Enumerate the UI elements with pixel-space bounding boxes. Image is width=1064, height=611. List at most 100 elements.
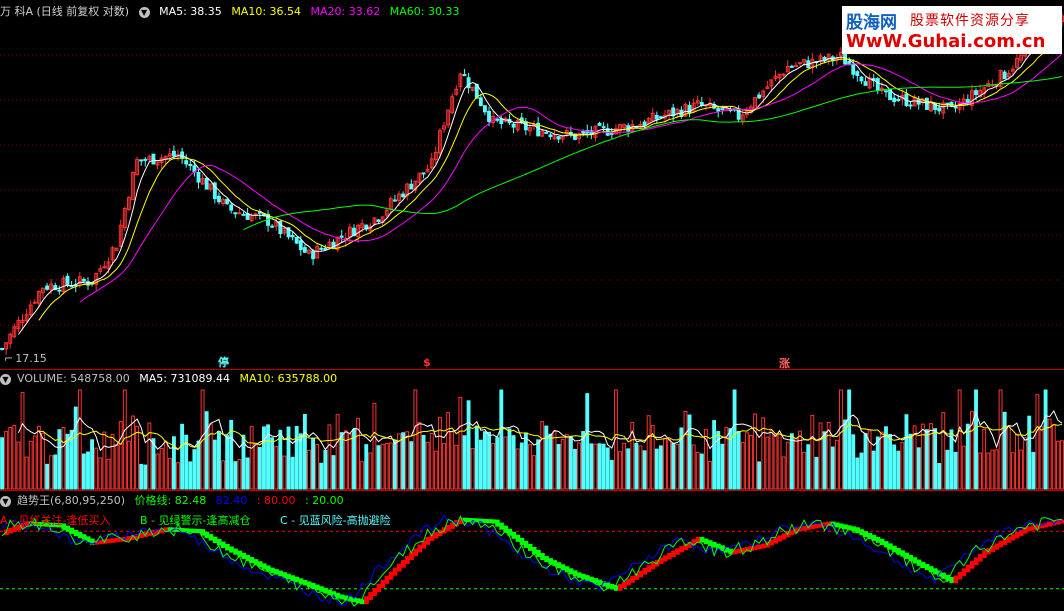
chevron-down-icon[interactable]: ▼ — [138, 6, 150, 18]
volume-bar — [262, 426, 266, 490]
volume-bar — [699, 453, 704, 490]
legend-a: A - 见红关注-逢低买入 — [0, 514, 111, 527]
volume-bar — [749, 434, 753, 490]
trend-block — [761, 543, 766, 549]
volume-bar — [577, 442, 581, 490]
indicator-value-2: 82.40 — [215, 494, 248, 507]
volume-bar — [155, 453, 160, 490]
price-low-label: ⌐ 17.15 — [4, 351, 53, 367]
ma10-value: MA10: 36.54 — [231, 5, 302, 18]
trend-block — [446, 524, 451, 532]
volume-bar — [540, 421, 545, 490]
candle-body — [937, 107, 942, 112]
volume-bar — [937, 462, 942, 490]
candle-body — [188, 164, 193, 167]
volume-bar — [372, 402, 377, 490]
volume-bar — [470, 448, 475, 490]
volume-bar — [114, 443, 119, 490]
volume-bar — [953, 451, 958, 490]
candle-body — [32, 301, 37, 304]
volume-bar — [433, 450, 438, 490]
volume-bar — [528, 444, 532, 490]
volume-bar — [327, 424, 332, 490]
volume-bar — [139, 463, 144, 490]
volume-bar — [986, 452, 991, 490]
volume-bar — [204, 411, 209, 490]
candle-body — [781, 73, 786, 76]
volume-header: ▼ VOLUME: 548758.00 MA5: 731089.44 MA10: … — [0, 371, 343, 387]
chevron-down-icon[interactable]: ▼ — [0, 373, 11, 385]
volume-bar — [249, 426, 254, 490]
trend-block — [773, 537, 779, 544]
trend-block — [703, 538, 709, 545]
candle-body — [102, 266, 107, 269]
trend-block — [667, 553, 672, 560]
candle-body — [241, 213, 246, 216]
trend-block — [249, 557, 255, 564]
volume-bar — [990, 449, 995, 490]
trend-block — [855, 527, 860, 534]
volume-bar — [515, 448, 520, 490]
volume-bar — [466, 400, 471, 490]
candle-body — [658, 116, 663, 119]
volume-bar — [933, 428, 938, 490]
trend-block — [834, 522, 840, 528]
volume-bar — [1031, 451, 1036, 490]
volume-bar — [892, 444, 897, 490]
volume-bar — [601, 443, 606, 490]
volume-bar — [859, 452, 864, 490]
volume-bar — [789, 433, 794, 490]
trend-block — [998, 541, 1004, 548]
trend-block — [626, 578, 631, 586]
volume-bar — [282, 455, 287, 490]
trend-block — [544, 556, 549, 563]
trend-block — [969, 561, 975, 569]
volume-value: VOLUME: 548758.00 — [17, 372, 130, 385]
candle-body — [319, 247, 324, 250]
trend-block — [568, 568, 574, 575]
volume-bar — [311, 438, 315, 490]
volume-bar — [253, 442, 258, 490]
trend-block — [630, 576, 635, 583]
volume-bar — [401, 432, 406, 490]
volume-bar — [691, 444, 696, 490]
trend-block — [904, 552, 909, 559]
trend-block — [863, 531, 869, 538]
candle-body — [642, 121, 647, 126]
volume-bar — [822, 431, 827, 490]
volume-bar — [307, 449, 311, 490]
volume-bar — [814, 456, 819, 490]
chevron-down-icon[interactable]: ▼ — [0, 495, 11, 507]
ma20-line — [79, 53, 1063, 303]
trend-block — [941, 572, 946, 579]
volume-bar — [192, 449, 197, 490]
trend-block — [208, 534, 214, 541]
trend-block — [916, 559, 922, 566]
candle-body — [511, 123, 516, 128]
volume-bar — [331, 455, 336, 490]
volume-bar — [126, 440, 131, 490]
volume-bar — [196, 440, 201, 490]
indicator-level-80: : 80.00 — [256, 494, 296, 507]
candle-body — [601, 126, 606, 129]
candle-body — [376, 219, 381, 223]
candle-body — [298, 240, 303, 251]
trend-block — [662, 555, 668, 562]
volume-bar — [806, 444, 811, 490]
trend-block — [433, 532, 439, 539]
volume-bar — [499, 389, 504, 490]
candle-body — [217, 195, 221, 203]
volume-bar — [446, 412, 451, 490]
volume-bar — [118, 421, 123, 490]
trend-block — [949, 576, 955, 584]
trend-block — [335, 592, 341, 599]
candle-body — [139, 159, 144, 162]
volume-bar — [552, 430, 557, 490]
trend-block — [548, 558, 553, 565]
volume-bar — [1047, 418, 1052, 490]
volume-bar — [618, 451, 622, 490]
volume-bar — [163, 440, 168, 490]
volume-bar — [978, 452, 983, 490]
ma10-line — [38, 33, 1063, 321]
trend-block — [323, 587, 328, 594]
